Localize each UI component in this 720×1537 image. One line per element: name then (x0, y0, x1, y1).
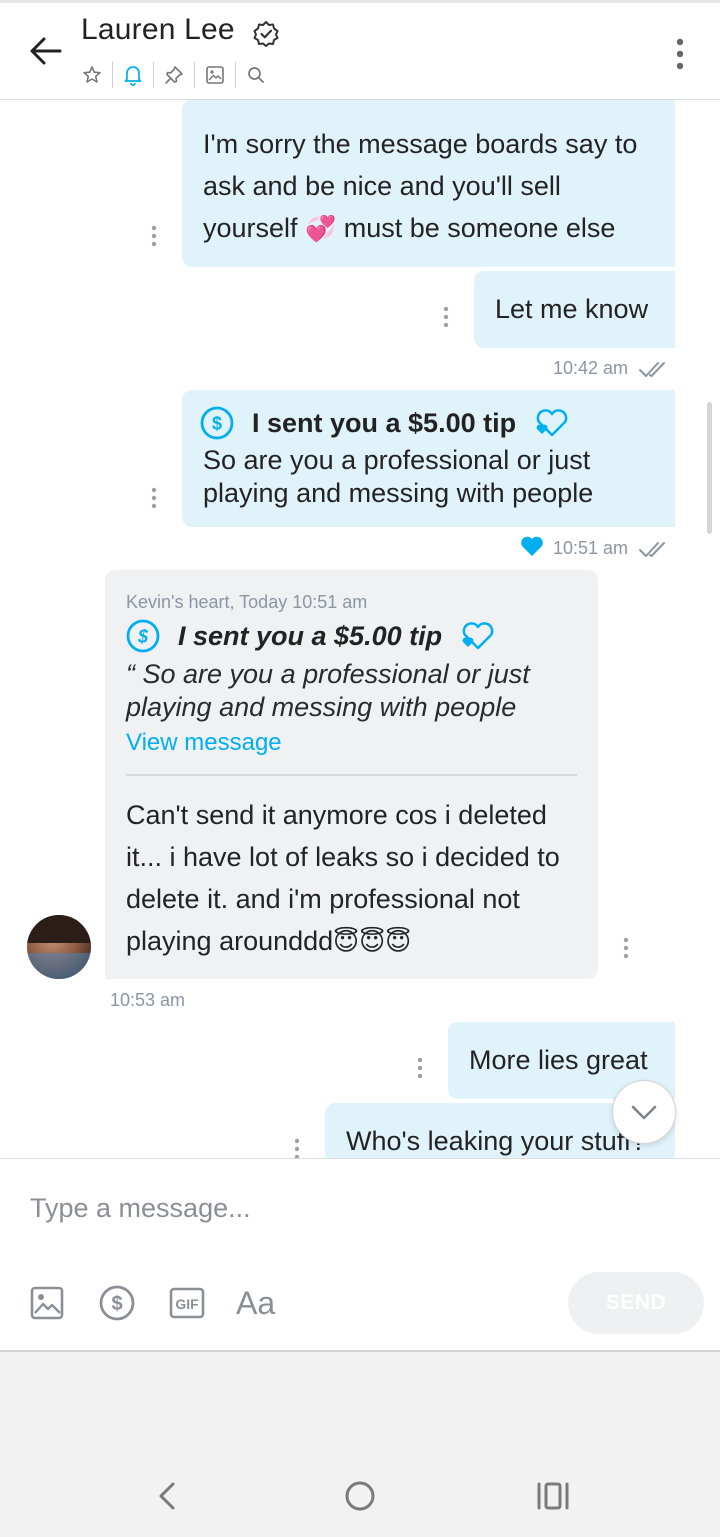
notifications-button[interactable] (119, 61, 147, 89)
scroll-to-bottom-button[interactable] (612, 1080, 676, 1144)
message-options-icon[interactable] (621, 936, 631, 960)
quote-divider (126, 774, 577, 776)
view-message-link[interactable]: View message (126, 729, 282, 757)
svg-text:$: $ (111, 1293, 122, 1315)
message-text: yourself (203, 213, 298, 243)
message-time: 10:51 am (553, 538, 629, 558)
message-text: I'm sorry the message boards say to (203, 129, 638, 159)
back-arrow-icon (30, 37, 62, 65)
message-options-icon[interactable] (149, 486, 159, 510)
favorite-button[interactable] (78, 61, 106, 89)
tip-line: $ I sent you a $5.00 tip (200, 406, 570, 440)
message-text-line: playing arounddd😇😇😇 (126, 920, 560, 963)
tip-message[interactable]: $ I sent you a $5.00 tip So are you a pr… (182, 390, 675, 527)
outgoing-message[interactable]: I'm sorry the message boards say to ask … (182, 100, 675, 267)
quote-text: playing and messing with people (126, 692, 517, 722)
message-options-icon[interactable] (149, 224, 159, 248)
quote-tip-line: $ I sent you a $5.00 tip (126, 619, 496, 653)
svg-text:$: $ (137, 627, 149, 647)
tip-heart-icon (536, 409, 568, 437)
pin-button[interactable] (160, 61, 188, 89)
system-navigation-bar (0, 1350, 720, 1537)
message-options-icon[interactable] (415, 1056, 425, 1080)
more-vertical-icon (676, 38, 684, 70)
scrollbar[interactable] (707, 402, 712, 534)
image-icon (206, 66, 224, 84)
tip-label: I sent you a $5.00 tip (252, 407, 517, 438)
message-text: playing arounddd (126, 926, 334, 956)
send-button[interactable]: SEND (568, 1272, 704, 1334)
svg-text:GIF: GIF (175, 1296, 199, 1312)
search-icon (248, 67, 264, 83)
dollar-icon: $ (126, 619, 160, 653)
nav-home-icon[interactable] (342, 1478, 378, 1514)
gif-icon: GIF (169, 1287, 205, 1319)
double-check-icon (639, 542, 665, 557)
divider (194, 62, 195, 88)
incoming-message[interactable]: Kevin's heart, Today 10:51 am $ I sent y… (105, 570, 598, 979)
verified-icon (252, 20, 280, 48)
message-text: So are you a professional or just (203, 445, 591, 475)
chat-header: Lauren Lee (0, 3, 720, 100)
tip-heart-icon (462, 622, 494, 650)
text-format-icon[interactable]: Aa (236, 1283, 282, 1323)
message-text: ask and be nice and you'll sell (203, 171, 561, 201)
message-text: delete it. and i'm professional not (126, 884, 520, 914)
search-button[interactable] (242, 61, 270, 89)
avatar-hair (27, 915, 91, 943)
more-options-button[interactable] (666, 36, 694, 72)
chat-title[interactable]: Lauren Lee (81, 13, 235, 47)
chevron-down-icon (631, 1105, 657, 1120)
message-composer: $ GIF Aa SEND (0, 1158, 720, 1351)
message-time: 10:42 am (553, 358, 629, 378)
star-icon (83, 66, 101, 83)
avatar-background (27, 953, 91, 979)
divider (235, 62, 236, 88)
message-text: Let me know (495, 294, 649, 324)
message-list[interactable]: I'm sorry the message boards say to ask … (0, 100, 720, 1158)
message-text-line: yourself 💞 must be someone else (203, 207, 637, 250)
message-text: must be someone else (343, 213, 616, 243)
svg-text:$: $ (212, 414, 222, 434)
emoji: 💞 (305, 215, 337, 243)
quote-header: Kevin's heart, Today 10:51 am (126, 592, 368, 612)
message-time: 10:53 am (110, 990, 186, 1010)
avatar[interactable] (27, 915, 91, 979)
quote-text: “ So are you a professional or just (126, 659, 530, 689)
attach-image-button[interactable] (27, 1283, 67, 1323)
media-button[interactable] (201, 61, 229, 89)
message-options-icon[interactable] (292, 1137, 302, 1158)
dollar-icon: $ (200, 406, 234, 440)
heart-icon[interactable] (520, 535, 544, 557)
divider (153, 62, 154, 88)
image-icon (30, 1286, 64, 1320)
divider (112, 62, 113, 88)
send-tip-button[interactable]: $ (97, 1283, 137, 1323)
back-button[interactable] (26, 31, 66, 71)
message-input[interactable] (28, 1187, 692, 1229)
header-actions (78, 61, 270, 89)
message-text: More lies great (469, 1045, 648, 1075)
outgoing-message[interactable]: Let me know (474, 271, 675, 348)
message-options-icon[interactable] (441, 305, 451, 329)
pin-icon (165, 66, 183, 84)
quote-tip-label: I sent you a $5.00 tip (178, 620, 443, 651)
gif-button[interactable]: GIF (167, 1283, 207, 1323)
message-text: playing and messing with people (203, 478, 594, 508)
nav-back-icon[interactable] (149, 1478, 185, 1514)
message-text: Can't send it anymore cos i deleted (126, 800, 547, 830)
dollar-icon: $ (99, 1285, 135, 1321)
nav-recents-icon[interactable] (535, 1478, 571, 1514)
message-text: it... i have lot of leaks so i decided t… (126, 842, 560, 872)
bell-icon (124, 66, 142, 86)
double-check-icon (639, 362, 665, 377)
emoji: 😇😇😇 (333, 928, 412, 956)
message-text: Who's leaking your stuff? (346, 1126, 647, 1156)
